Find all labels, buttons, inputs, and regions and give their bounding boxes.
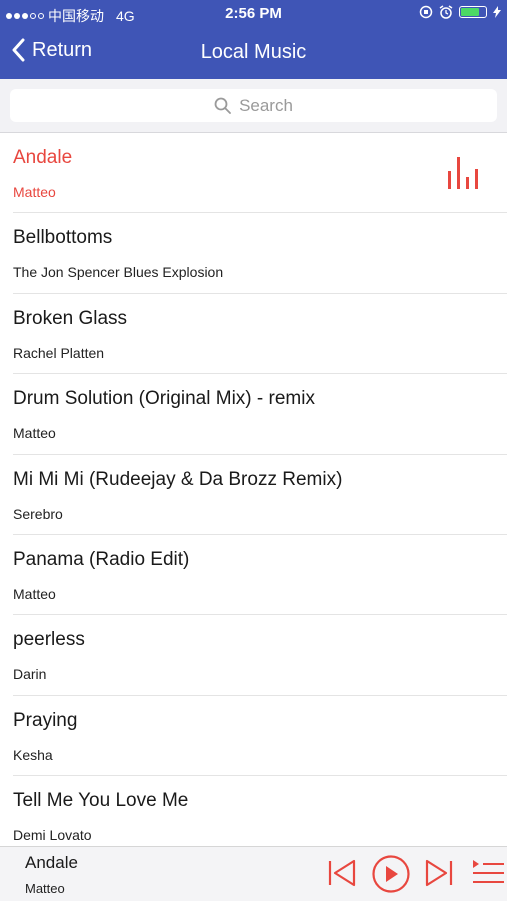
song-row[interactable]: Broken Glass Rachel Platten [13, 294, 507, 375]
search-input[interactable]: Search [10, 89, 497, 122]
battery-icon [459, 6, 487, 18]
rotation-lock-icon [419, 5, 433, 19]
navigation-bar: Return Local Music [0, 30, 507, 76]
next-icon[interactable] [424, 858, 454, 888]
page-title: Local Music [200, 41, 307, 63]
search-placeholder: Search [239, 95, 293, 115]
song-row[interactable]: Bellbottoms The Jon Spencer Blues Explos… [13, 213, 507, 294]
song-title: peerless [13, 629, 85, 651]
song-artist: Matteo [13, 585, 56, 602]
song-title: Bellbottoms [13, 227, 113, 249]
now-playing-artist: Matteo [25, 881, 65, 896]
song-title: Mi Mi Mi (Rudeejay & Da Brozz Remix) [13, 468, 343, 490]
now-playing-bar[interactable]: Andale Matteo [0, 846, 507, 901]
song-row[interactable]: peerless Darin [13, 615, 507, 696]
previous-icon[interactable] [327, 858, 357, 888]
song-artist: Darin [13, 666, 47, 683]
song-row[interactable]: Andale Matteo [13, 133, 507, 214]
status-bar: 中国移动 4G 2:56 PM [0, 0, 507, 28]
song-row[interactable]: Drum Solution (Original Mix) - remix Mat… [13, 374, 507, 455]
song-title: Andale [13, 147, 73, 168]
equalizer-icon [448, 157, 478, 189]
song-title: Drum Solution (Original Mix) - remix [13, 388, 315, 410]
song-artist: The Jon Spencer Blues Explosion [13, 264, 224, 281]
song-artist: Demi Lovato [13, 827, 92, 844]
top-bar: 中国移动 4G 2:56 PM Return Local Music [0, 0, 507, 79]
song-list: Andale Matteo Bellbottoms The Jon Spence… [0, 133, 507, 856]
song-title: Broken Glass [13, 307, 128, 329]
alarm-icon [439, 5, 453, 19]
search-bar: Search [0, 79, 507, 133]
song-artist: Rachel Platten [13, 344, 105, 361]
song-artist: Kesha [13, 746, 53, 763]
song-title: Tell Me You Love Me [13, 790, 189, 812]
status-right [419, 5, 501, 19]
search-icon [214, 97, 231, 114]
song-row[interactable]: Mi Mi Mi (Rudeejay & Da Brozz Remix) Ser… [13, 455, 507, 535]
playlist-icon[interactable] [471, 858, 505, 888]
play-icon[interactable] [371, 854, 411, 894]
song-artist: Serebro [13, 505, 63, 522]
song-row[interactable]: Praying Kesha [13, 696, 507, 777]
song-title: Praying [13, 709, 78, 731]
song-row[interactable]: Panama (Radio Edit) Matteo [13, 535, 507, 616]
charging-icon [493, 6, 501, 18]
now-playing-title: Andale [25, 853, 78, 872]
song-title: Panama (Radio Edit) [13, 548, 190, 570]
song-artist: Matteo [13, 184, 56, 200]
song-artist: Matteo [13, 425, 56, 442]
song-row[interactable]: Tell Me You Love Me Demi Lovato [13, 776, 507, 855]
